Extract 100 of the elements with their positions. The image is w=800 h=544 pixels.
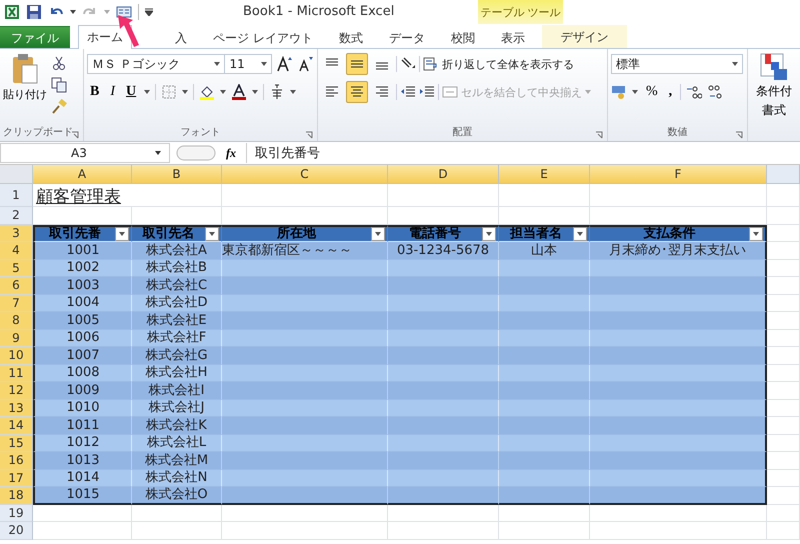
grow-font-icon[interactable] — [277, 56, 293, 72]
empty-cell[interactable] — [499, 522, 590, 540]
empty-cell[interactable] — [388, 504, 499, 522]
ribbon-tab[interactable]: デザイン — [542, 25, 627, 48]
format-painter-icon[interactable] — [51, 99, 67, 115]
empty-cell[interactable] — [767, 504, 800, 522]
empty-cell[interactable] — [767, 184, 800, 207]
empty-cell[interactable] — [499, 504, 590, 522]
comma-button[interactable]: , — [666, 82, 676, 102]
filter-dropdown-icon[interactable] — [371, 226, 385, 241]
font-name-field[interactable]: ＭＳ Ｐゴシック — [87, 54, 226, 74]
empty-cell[interactable] — [590, 522, 767, 540]
vertical-align-button[interactable] — [346, 53, 368, 75]
row-header[interactable]: 14 — [0, 417, 33, 434]
row-header[interactable]: 20 — [0, 522, 33, 540]
ribbon-tab[interactable]: ページ レイアウト — [204, 26, 322, 48]
row-header[interactable]: 3 — [0, 224, 33, 242]
row-header[interactable]: 1 — [0, 184, 33, 207]
row-header[interactable]: 13 — [0, 400, 33, 417]
empty-cell[interactable] — [132, 504, 222, 522]
row-header[interactable]: 2 — [0, 207, 33, 224]
empty-cell[interactable] — [132, 522, 222, 540]
excel-logo-icon[interactable] — [4, 4, 20, 20]
row-header[interactable]: 9 — [0, 330, 33, 347]
row-header[interactable]: 18 — [0, 487, 33, 504]
filter-dropdown-icon[interactable] — [573, 226, 587, 241]
caret-icon[interactable] — [70, 10, 76, 14]
caret-icon[interactable] — [632, 90, 638, 94]
caret-icon[interactable] — [252, 90, 258, 94]
row-header[interactable]: 10 — [0, 347, 33, 364]
ribbon-tab[interactable]: 表示 — [492, 26, 534, 48]
caret-icon[interactable] — [144, 90, 150, 94]
ribbon-tab[interactable]: ホーム — [78, 25, 132, 49]
row-header[interactable]: 12 — [0, 382, 33, 400]
row-header[interactable]: 4 — [0, 242, 33, 260]
column-header[interactable]: C — [222, 165, 388, 184]
italic-button[interactable]: I — [107, 82, 118, 102]
horizontal-align-button[interactable] — [346, 81, 368, 103]
column-header[interactable]: B — [132, 165, 222, 184]
row-header[interactable]: 16 — [0, 452, 33, 470]
empty-cell[interactable] — [767, 522, 800, 540]
empty-cell[interactable] — [767, 207, 800, 224]
dialog-launcher-icon[interactable] — [735, 131, 743, 139]
shrink-font-icon[interactable] — [298, 56, 314, 72]
filter-dropdown-icon[interactable] — [482, 226, 496, 241]
font-color-icon[interactable] — [231, 84, 248, 100]
paste-button[interactable]: 貼り付け — [3, 53, 47, 123]
empty-cell[interactable] — [590, 504, 767, 522]
row-header[interactable]: 11 — [0, 364, 33, 382]
empty-cell[interactable] — [388, 184, 499, 207]
copy-icon[interactable] — [51, 77, 67, 93]
filter-dropdown-icon[interactable] — [205, 226, 219, 241]
empty-cell[interactable] — [499, 184, 590, 207]
conditional-format-button[interactable]: 条件付 書式 — [751, 53, 797, 119]
row-header[interactable]: 15 — [0, 434, 33, 452]
fill-color-icon[interactable] — [199, 84, 216, 100]
row-header[interactable]: 6 — [0, 277, 33, 294]
splitter-handle-icon[interactable] — [176, 145, 216, 161]
ribbon-tab[interactable]: データ — [380, 26, 434, 48]
ribbon-tab[interactable]: 校閲 — [442, 26, 484, 48]
form-icon[interactable] — [116, 4, 132, 20]
insert-function-button[interactable]: fx — [222, 146, 240, 160]
save-icon[interactable] — [26, 4, 42, 20]
filter-dropdown-icon[interactable] — [115, 226, 129, 241]
wrap-text-button[interactable]: 折り返して全体を表示する — [423, 56, 574, 72]
dialog-launcher-icon[interactable] — [595, 131, 603, 139]
decrease-decimal-icon[interactable] — [707, 84, 724, 100]
number-format-field[interactable]: 標準 — [611, 54, 743, 74]
dialog-launcher-icon[interactable] — [305, 131, 313, 139]
column-header[interactable]: E — [499, 165, 590, 184]
underline-button[interactable]: U — [123, 82, 140, 102]
caret-icon[interactable] — [220, 90, 226, 94]
row-header[interactable]: 19 — [0, 504, 33, 522]
column-header[interactable]: D — [388, 165, 499, 184]
formula-field[interactable]: 取引先番号 — [246, 143, 800, 163]
border-icon[interactable] — [161, 84, 178, 100]
currency-icon[interactable] — [611, 84, 627, 100]
name-box[interactable]: A3 — [0, 143, 170, 163]
row-header[interactable]: 17 — [0, 470, 33, 487]
bold-button[interactable]: B — [87, 82, 102, 102]
caret-icon[interactable] — [290, 90, 296, 94]
percent-button[interactable]: % — [643, 82, 661, 102]
empty-cell[interactable] — [590, 184, 767, 207]
row-header[interactable]: 8 — [0, 312, 33, 330]
font-size-field[interactable]: 11 — [224, 54, 272, 74]
row-header[interactable]: 5 — [0, 260, 33, 277]
caret-icon[interactable] — [182, 90, 188, 94]
customize-caret-icon[interactable] — [145, 8, 153, 16]
filter-dropdown-icon[interactable] — [749, 226, 763, 241]
empty-cell[interactable] — [222, 504, 388, 522]
empty-cell[interactable] — [388, 522, 499, 540]
row-header[interactable]: 7 — [0, 294, 33, 312]
column-header[interactable]: F — [590, 165, 767, 184]
ribbon-tab[interactable]: 入 — [166, 26, 196, 48]
scissors-icon[interactable] — [51, 55, 67, 71]
column-header[interactable]: A — [33, 165, 132, 184]
empty-cell[interactable] — [222, 184, 388, 207]
dialog-launcher-icon[interactable] — [71, 131, 79, 139]
ribbon-tab[interactable]: 数式 — [330, 26, 372, 48]
empty-cell[interactable] — [222, 522, 388, 540]
